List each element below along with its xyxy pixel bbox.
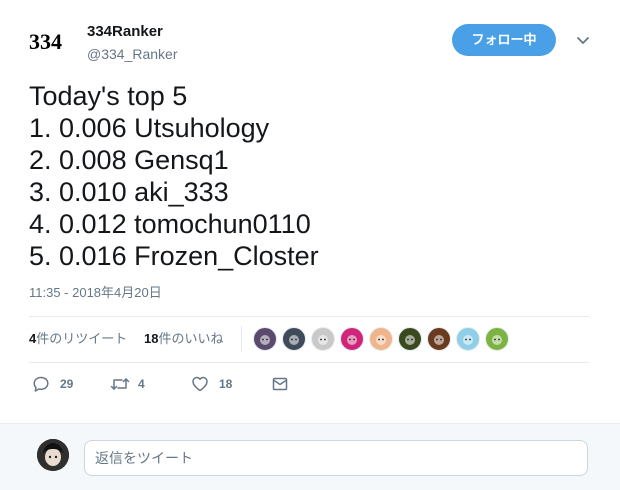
retweet-stat-label: 件のリツイート (36, 331, 128, 346)
liker-avatar[interactable] (340, 327, 364, 351)
tweet-header: 334 334Ranker @334_Ranker フォロー中 (29, 18, 599, 66)
like-button[interactable]: 18 (191, 372, 241, 396)
chevron-down-icon[interactable] (575, 32, 591, 48)
direct-message-button[interactable] (271, 372, 295, 396)
my-avatar (37, 439, 69, 471)
reply-button[interactable]: 29 (32, 372, 82, 396)
display-name[interactable]: 334Ranker (87, 22, 178, 42)
reply-count: 29 (60, 377, 74, 391)
liker-avatar[interactable] (456, 327, 480, 351)
tweet-line: 2. 0.008 Gensq1 (29, 145, 229, 175)
liker-avatar[interactable] (427, 327, 451, 351)
like-stat[interactable]: 18件のいいね (144, 330, 223, 348)
tweet-timestamp[interactable]: 11:35 - 2018年4月20日 (29, 285, 162, 301)
tweet-line: 4. 0.012 tomochun0110 (29, 209, 311, 239)
tweet-line: 5. 0.016 Frozen_Closter (29, 241, 319, 271)
divider (29, 362, 589, 363)
following-button[interactable]: フォロー中 (452, 24, 556, 56)
tweet-actions: 29 4 18 (29, 372, 589, 396)
stats-separator (241, 326, 242, 352)
user-avatar[interactable]: 334 (29, 22, 77, 62)
liker-avatar[interactable] (253, 327, 277, 351)
liker-avatar[interactable] (369, 327, 393, 351)
liker-avatar[interactable] (398, 327, 422, 351)
tweet-text: Today's top 5 1. 0.006 Utsuhology 2. 0.0… (29, 80, 589, 272)
retweet-count: 4 (138, 377, 145, 391)
liker-avatar[interactable] (282, 327, 306, 351)
liker-avatar[interactable] (311, 327, 335, 351)
tweet-line: 3. 0.010 aki_333 (29, 177, 229, 207)
tweet-stats: 4件のリツイート 18件のいいね (29, 316, 589, 362)
like-stat-count: 18 (144, 331, 159, 346)
retweet-button[interactable]: 4 (110, 372, 160, 396)
retweet-stat[interactable]: 4件のリツイート (29, 330, 127, 348)
tweet-line: Today's top 5 (29, 81, 188, 111)
liker-avatar[interactable] (485, 327, 509, 351)
reply-composer: 返信をツイート (0, 423, 620, 490)
reply-input[interactable]: 返信をツイート (84, 440, 588, 476)
like-count: 18 (219, 377, 233, 391)
screen-name[interactable]: @334_Ranker (87, 45, 178, 63)
like-stat-label: 件のいいね (158, 331, 224, 346)
user-name-block: 334Ranker @334_Ranker (87, 22, 178, 63)
tweet-line: 1. 0.006 Utsuhology (29, 113, 270, 143)
